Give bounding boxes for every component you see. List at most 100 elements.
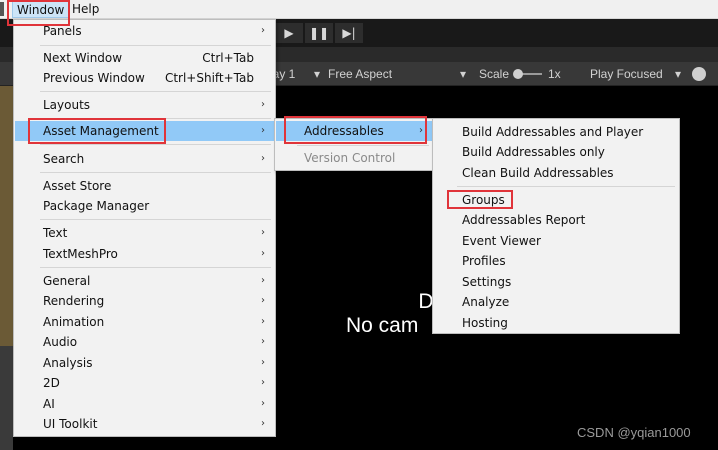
step-button[interactable]: ▶| bbox=[335, 23, 363, 43]
scale-label: Scale bbox=[479, 67, 510, 81]
menu-item-search[interactable]: Search › bbox=[15, 149, 274, 169]
menu-item-label: Package Manager bbox=[43, 199, 150, 213]
menu-separator bbox=[40, 267, 271, 268]
menu-separator bbox=[40, 45, 271, 46]
menu-item-label: UI Toolkit bbox=[43, 417, 98, 431]
watermark: CSDN @yqian1000 bbox=[577, 425, 691, 440]
menu-separator bbox=[40, 144, 271, 145]
menu-item-label: Audio bbox=[43, 335, 78, 349]
menu-item-clean-build-addressables[interactable]: Clean Build Addressables bbox=[434, 163, 678, 183]
play-button[interactable]: ▶ bbox=[275, 23, 303, 43]
menu-item-addressables[interactable]: Addressables › bbox=[276, 121, 432, 141]
menu-item-label: Asset Management bbox=[43, 124, 159, 138]
chevron-right-icon: › bbox=[261, 418, 265, 429]
scale-slider-track[interactable] bbox=[520, 73, 542, 75]
menu-item-analysis[interactable]: Analysis › bbox=[15, 353, 274, 373]
menubar: Window Help bbox=[0, 0, 718, 19]
menu-item-shortcut: Ctrl+Shift+Tab bbox=[164, 71, 254, 85]
chevron-right-icon: › bbox=[261, 99, 265, 110]
chevron-right-icon: › bbox=[261, 336, 265, 347]
menu-separator bbox=[40, 172, 271, 173]
menu-separator bbox=[40, 219, 271, 220]
menu-item-label: Hosting bbox=[462, 316, 508, 330]
menu-item-asset-store[interactable]: Asset Store bbox=[15, 176, 274, 196]
menu-item-previous-window[interactable]: Previous Window Ctrl+Shift+Tab bbox=[15, 68, 274, 88]
menu-item-build-addressables-only[interactable]: Build Addressables only bbox=[434, 142, 678, 162]
menu-item-label: TextMeshPro bbox=[43, 247, 118, 261]
menu-item-label: Build Addressables and Player bbox=[462, 125, 644, 139]
chevron-right-icon: › bbox=[261, 295, 265, 306]
aspect-dropdown[interactable]: Free Aspect bbox=[328, 62, 392, 86]
menu-item-panels[interactable]: Panels › bbox=[15, 21, 274, 41]
menu-item-analyze[interactable]: Analyze bbox=[434, 292, 678, 312]
menu-item-label: Text bbox=[43, 226, 68, 240]
left-panel bbox=[0, 86, 13, 450]
menu-item-label: Build Addressables only bbox=[462, 145, 605, 159]
menu-item-label: Clean Build Addressables bbox=[462, 166, 614, 180]
menu-item-event-viewer[interactable]: Event Viewer bbox=[434, 231, 678, 251]
menu-item-package-manager[interactable]: Package Manager bbox=[15, 196, 274, 216]
menu-item-ui-toolkit[interactable]: UI Toolkit › bbox=[15, 414, 274, 434]
menu-item-groups[interactable]: Groups bbox=[434, 190, 678, 210]
play-mode-dropdown[interactable]: Play Focused bbox=[590, 62, 663, 86]
chevron-down-icon: ▾ bbox=[460, 67, 467, 81]
menu-item-audio[interactable]: Audio › bbox=[15, 332, 274, 352]
menubar-edge bbox=[0, 2, 4, 16]
menu-item-label: Next Window bbox=[43, 51, 123, 65]
menu-item-label: Panels bbox=[43, 24, 82, 38]
pause-icon: ❚❚ bbox=[308, 26, 330, 40]
menu-item-label: Addressables Report bbox=[462, 213, 586, 227]
menu-item-label: Event Viewer bbox=[462, 234, 541, 248]
pause-button[interactable]: ❚❚ bbox=[305, 23, 333, 43]
menu-item-settings[interactable]: Settings bbox=[434, 272, 678, 292]
chevron-down-icon: ▾ bbox=[675, 67, 682, 81]
menu-separator bbox=[40, 118, 271, 119]
menu-item-label: Analyze bbox=[462, 295, 510, 309]
menu-item-rendering[interactable]: Rendering › bbox=[15, 291, 274, 311]
asset-management-menu: Addressables › Version Control bbox=[274, 118, 434, 171]
menu-item-label: Search bbox=[43, 152, 85, 166]
menu-item-layouts[interactable]: Layouts › bbox=[15, 95, 274, 115]
bug-icon[interactable] bbox=[692, 67, 706, 81]
chevron-right-icon: › bbox=[261, 227, 265, 238]
play-icon: ▶ bbox=[284, 26, 294, 40]
menu-item-label: Analysis bbox=[43, 356, 93, 370]
chevron-down-icon: ▾ bbox=[314, 67, 321, 81]
menu-item-addressables-report[interactable]: Addressables Report bbox=[434, 210, 678, 230]
menu-help[interactable]: Help bbox=[68, 1, 103, 18]
scale-slider-knob[interactable] bbox=[513, 69, 523, 79]
menu-separator bbox=[297, 145, 429, 146]
menu-item-animation[interactable]: Animation › bbox=[15, 312, 274, 332]
menu-separator bbox=[457, 186, 675, 187]
menu-item-label: 2D bbox=[43, 376, 60, 390]
chevron-right-icon: › bbox=[261, 153, 265, 164]
chevron-right-icon: › bbox=[261, 248, 265, 259]
chevron-right-icon: › bbox=[261, 25, 265, 36]
menu-item-label: Version Control bbox=[304, 151, 396, 165]
chevron-right-icon: › bbox=[261, 275, 265, 286]
menu-item-asset-management[interactable]: Asset Management › bbox=[15, 121, 274, 141]
menu-item-label: Groups bbox=[462, 193, 505, 207]
menu-window[interactable]: Window bbox=[12, 1, 70, 18]
menu-item-label: General bbox=[43, 274, 91, 288]
menu-item-textmeshpro[interactable]: TextMeshPro › bbox=[15, 244, 274, 264]
menu-item-label: Addressables bbox=[304, 124, 384, 138]
chevron-right-icon: › bbox=[261, 125, 265, 136]
chevron-right-icon: › bbox=[261, 398, 265, 409]
menu-item-2d[interactable]: 2D › bbox=[15, 373, 274, 393]
menu-item-text[interactable]: Text › bbox=[15, 223, 274, 243]
menu-item-label: Layouts bbox=[43, 98, 91, 112]
chevron-right-icon: › bbox=[261, 316, 265, 327]
menu-item-general[interactable]: General › bbox=[15, 271, 274, 291]
chevron-right-icon: › bbox=[419, 125, 423, 136]
menu-item-profiles[interactable]: Profiles bbox=[434, 251, 678, 271]
menu-item-label: Rendering bbox=[43, 294, 105, 308]
scale-value: 1x bbox=[548, 67, 561, 81]
window-menu: Panels › Next Window Ctrl+Tab Previous Win… bbox=[13, 19, 276, 437]
menu-item-hosting[interactable]: Hosting bbox=[434, 313, 678, 333]
menu-item-ai[interactable]: AI › bbox=[15, 394, 274, 414]
menu-item-label: Previous Window bbox=[43, 71, 145, 85]
menu-item-label: Animation bbox=[43, 315, 105, 329]
menu-item-next-window[interactable]: Next Window Ctrl+Tab bbox=[15, 48, 274, 68]
menu-item-build-addressables-and-player[interactable]: Build Addressables and Player bbox=[434, 122, 678, 142]
